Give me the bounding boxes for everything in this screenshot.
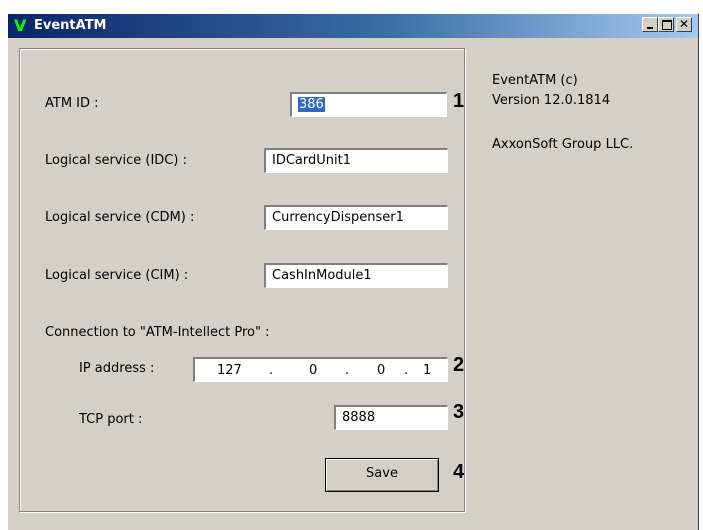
- cim-input[interactable]: CashInModule1: [264, 263, 448, 288]
- minimize-icon: [643, 18, 657, 31]
- atm-id-label: ATM ID :: [45, 96, 99, 111]
- marker-3: 3: [453, 401, 465, 423]
- title-bar[interactable]: V EventATM ✕: [8, 14, 698, 38]
- cim-value: CashInModule1: [272, 268, 372, 283]
- ip-octet-1[interactable]: 127: [217, 363, 242, 378]
- connection-label: Connection to "ATM-Intellect Pro" :: [45, 325, 270, 340]
- app-icon: V: [14, 16, 27, 35]
- maximize-icon: [659, 18, 673, 31]
- cim-label: Logical service (CIM) :: [45, 268, 189, 283]
- atm-id-value: 386: [298, 97, 325, 112]
- ip-dot-2: .: [345, 363, 350, 378]
- idc-label: Logical service (IDC) :: [45, 153, 187, 168]
- minimize-button[interactable]: [642, 17, 658, 32]
- cdm-label: Logical service (CDM) :: [45, 210, 195, 225]
- version-text: Version 12.0.1814: [492, 93, 611, 108]
- cdm-value: CurrencyDispenser1: [272, 210, 404, 225]
- tcp-port-input[interactable]: 8888: [334, 405, 448, 430]
- ip-octet-3[interactable]: 0: [377, 363, 385, 378]
- save-button[interactable]: Save: [325, 458, 439, 492]
- idc-input[interactable]: IDCardUnit1: [264, 148, 448, 173]
- close-button[interactable]: ✕: [676, 17, 692, 32]
- ip-address-input[interactable]: 127 . 0 . 0 . 1: [193, 357, 448, 382]
- cdm-input[interactable]: CurrencyDispenser1: [264, 205, 448, 230]
- maximize-button[interactable]: [658, 17, 674, 32]
- marker-4: 4: [453, 461, 465, 483]
- ip-octet-4[interactable]: 1: [423, 363, 431, 378]
- close-icon: ✕: [678, 17, 690, 31]
- tcp-port-label: TCP port :: [79, 412, 143, 427]
- ip-dot-3: .: [404, 363, 409, 378]
- window-title: EventATM: [34, 18, 107, 33]
- atm-id-input[interactable]: 386: [290, 92, 447, 117]
- marker-1: 1: [453, 90, 465, 112]
- ip-address-label: IP address :: [79, 361, 155, 376]
- marker-2: 2: [453, 354, 465, 376]
- idc-value: IDCardUnit1: [272, 153, 351, 168]
- product-name: EventATM (c): [492, 73, 578, 88]
- company-name: AxxonSoft Group LLC.: [492, 137, 634, 152]
- tcp-port-value: 8888: [342, 410, 376, 425]
- ip-dot-1: .: [269, 363, 274, 378]
- ip-octet-2[interactable]: 0: [309, 363, 317, 378]
